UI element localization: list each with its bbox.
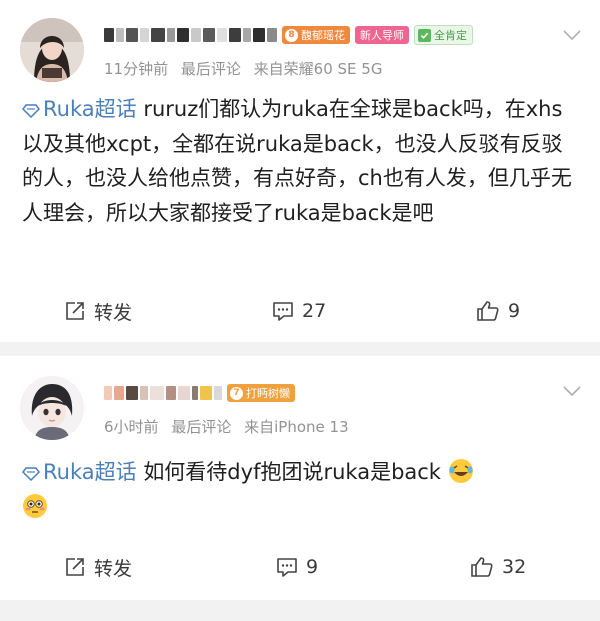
username-pixelated: [104, 28, 277, 42]
diamond-supertopic-icon: [22, 104, 40, 118]
post-meta: 11分钟前 最后评论 来自荣耀60 SE 5G: [104, 58, 390, 79]
mentor-badge[interactable]: 新人导师: [355, 26, 409, 44]
username[interactable]: 8 馥郁瑶花 新人导师 全肯定: [104, 24, 473, 46]
verified-badge[interactable]: 全肯定: [414, 25, 473, 45]
avatar[interactable]: [20, 376, 84, 440]
chevron-down-icon[interactable]: [562, 28, 582, 42]
fan-level-number: 8: [285, 28, 298, 42]
supertopic-name: Ruka超话: [43, 97, 137, 121]
fan-level-badge[interactable]: 7 打眄树懒: [227, 384, 295, 402]
comment-button[interactable]: 9: [276, 556, 318, 578]
username-pixelated: [104, 386, 222, 400]
fan-level-number: 7: [230, 386, 243, 400]
username[interactable]: 7 打眄树懒: [104, 382, 295, 404]
post-body: Ruka超话 如何看待dyf抱团说ruka是back: [22, 455, 578, 524]
comment-count: 9: [306, 556, 319, 578]
comment-count: 27: [302, 300, 327, 322]
repost-button[interactable]: 转发: [64, 554, 132, 581]
like-count: 9: [508, 300, 521, 322]
chevron-down-icon[interactable]: [562, 384, 582, 398]
repost-label: 转发: [94, 557, 133, 580]
action-bar: 转发 27 9: [0, 291, 600, 331]
post-time: 11分钟前: [104, 60, 169, 78]
laughing-tears-emoji: [448, 459, 473, 483]
repost-button[interactable]: 转发: [64, 298, 132, 325]
repost-icon: [66, 302, 84, 320]
flushed-face-emoji: [23, 493, 47, 518]
post-text: 如何看待dyf抱团说ruka是back: [143, 460, 448, 484]
mentor-label: 新人导师: [360, 29, 404, 42]
last-comment-label: 最后评论: [171, 418, 232, 436]
post-separator: [0, 600, 600, 621]
device-label: 来自iPhone 13: [244, 418, 349, 436]
fan-level-badge[interactable]: 8 馥郁瑶花: [282, 26, 350, 44]
fan-title: 馥郁瑶花: [301, 29, 345, 42]
comment-icon: [277, 558, 297, 577]
thumbs-up-icon: [471, 557, 493, 577]
avatar[interactable]: [20, 18, 84, 82]
verified-label: 全肯定: [434, 29, 467, 42]
weibo-post: 8 馥郁瑶花 新人导师 全肯定 11分钟前 最后评论 来自荣耀60 SE 5G …: [0, 0, 600, 342]
diamond-supertopic-icon: [22, 467, 40, 481]
like-count: 32: [502, 556, 527, 578]
action-bar: 转发 9 32: [0, 547, 600, 587]
comment-button[interactable]: 27: [272, 300, 326, 322]
check-icon: [418, 28, 431, 42]
repost-icon: [66, 558, 84, 576]
supertopic-name: Ruka超话: [43, 460, 137, 484]
like-button[interactable]: 32: [470, 555, 526, 579]
device-label: 来自荣耀60 SE 5G: [253, 60, 383, 78]
weibo-post: 7 打眄树懒 6小时前 最后评论 来自iPhone 13 Ruka超话 如何看待…: [0, 356, 600, 600]
thumbs-up-icon: [477, 301, 499, 321]
post-time: 6小时前: [104, 418, 159, 436]
post-meta: 6小时前 最后评论 来自iPhone 13: [104, 416, 357, 437]
repost-label: 转发: [94, 301, 133, 324]
supertopic-link[interactable]: Ruka超话: [22, 97, 143, 121]
post-body: Ruka超话 ruruz们都认为ruka在全球是back吗，在xhs以及其他xc…: [22, 92, 578, 230]
like-button[interactable]: 9: [476, 299, 520, 323]
supertopic-link[interactable]: Ruka超话: [22, 460, 143, 484]
last-comment-label: 最后评论: [180, 60, 241, 78]
post-separator: [0, 342, 600, 356]
fan-title: 打眄树懒: [246, 387, 290, 400]
comment-icon: [273, 302, 293, 321]
